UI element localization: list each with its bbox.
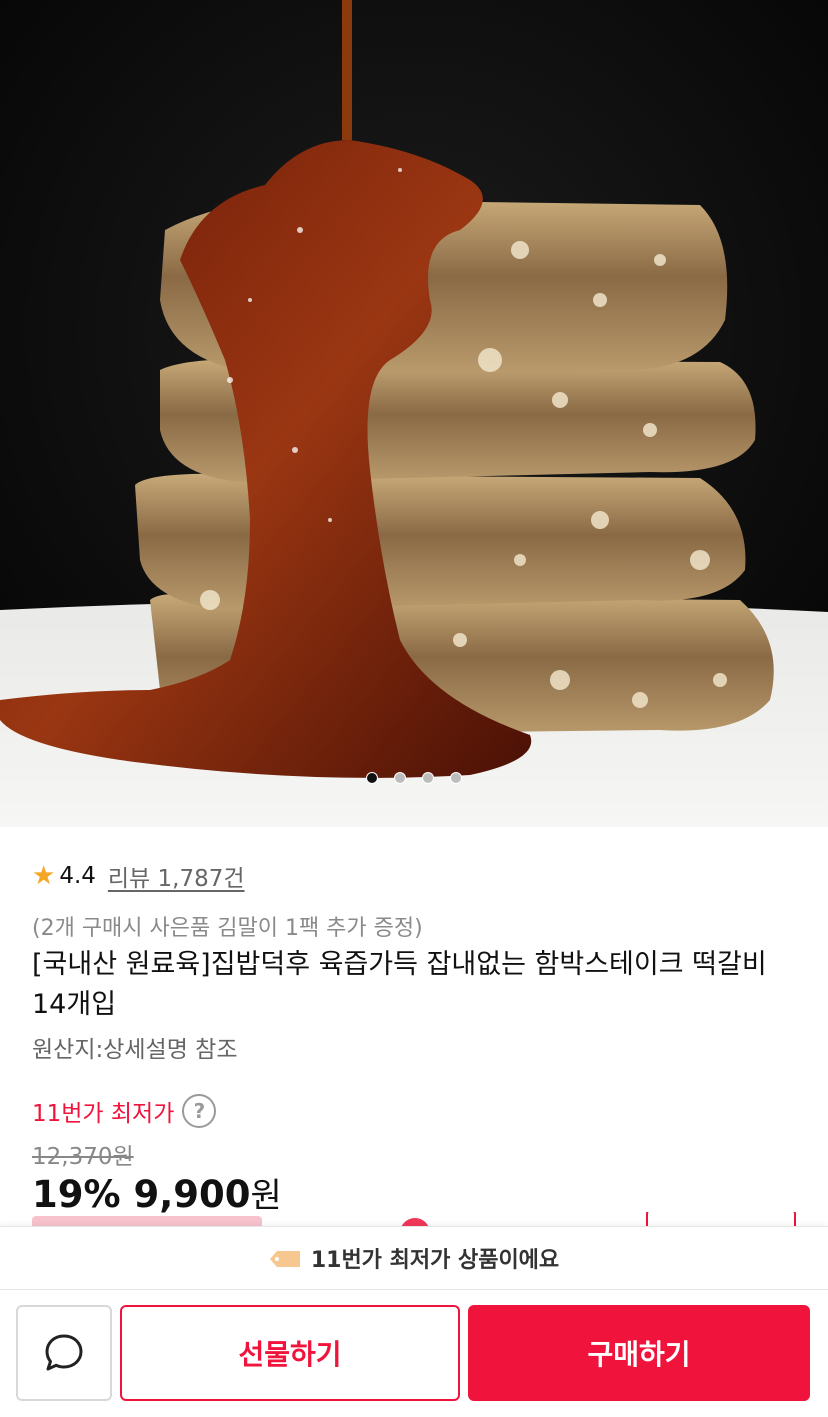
rating-value: 4.4 (59, 863, 96, 889)
origin-info: 원산지:상세설명 참조 (32, 1037, 238, 1063)
review-count-link[interactable]: 리뷰 1,787건 (108, 859, 245, 893)
lowest-price-label: 11번가 최저가 (32, 1101, 175, 1127)
chat-bubble-icon (45, 1334, 83, 1371)
product-photo (0, 0, 828, 827)
discount-rate: 19% (32, 1173, 121, 1216)
rating-section: ★ 4.4 리뷰 1,787건 (32, 858, 796, 894)
star-icon: ★ (32, 861, 56, 891)
price-tag-icon (269, 1249, 301, 1267)
sale-price-row: 19% 9,900원 (32, 1168, 282, 1217)
bottom-action-bar: 선물하기 구매하기 (0, 1290, 828, 1417)
gift-button[interactable]: 선물하기 (120, 1305, 460, 1401)
currency-unit: 원 (250, 1176, 282, 1216)
buy-button[interactable]: 구매하기 (468, 1305, 810, 1401)
product-image-carousel[interactable] (0, 0, 828, 827)
original-price: 12,370원 (32, 1144, 134, 1170)
carousel-dot[interactable] (450, 772, 462, 784)
lowest-price-label-row: 11번가 최저가 ? (32, 1094, 217, 1128)
carousel-dot[interactable] (394, 772, 406, 784)
lowest-price-banner: 11번가 최저가 상품이에요 (0, 1226, 828, 1290)
carousel-indicator (0, 772, 828, 784)
product-title: [국내산 원료육]집밥덕후 육즙가득 잡내없는 함박스테이크 떡갈비 14개입 (32, 949, 767, 1020)
help-icon[interactable]: ? (182, 1094, 217, 1128)
chat-button[interactable] (16, 1305, 112, 1401)
promo-note: (2개 구매시 사은품 김말이 1팩 추가 증정) (32, 916, 423, 941)
carousel-dot[interactable] (422, 772, 434, 784)
banner-text: 11번가 최저가 상품이에요 (310, 1248, 560, 1273)
carousel-dot-active[interactable] (366, 772, 378, 784)
sale-price: 9,900 (133, 1173, 251, 1216)
